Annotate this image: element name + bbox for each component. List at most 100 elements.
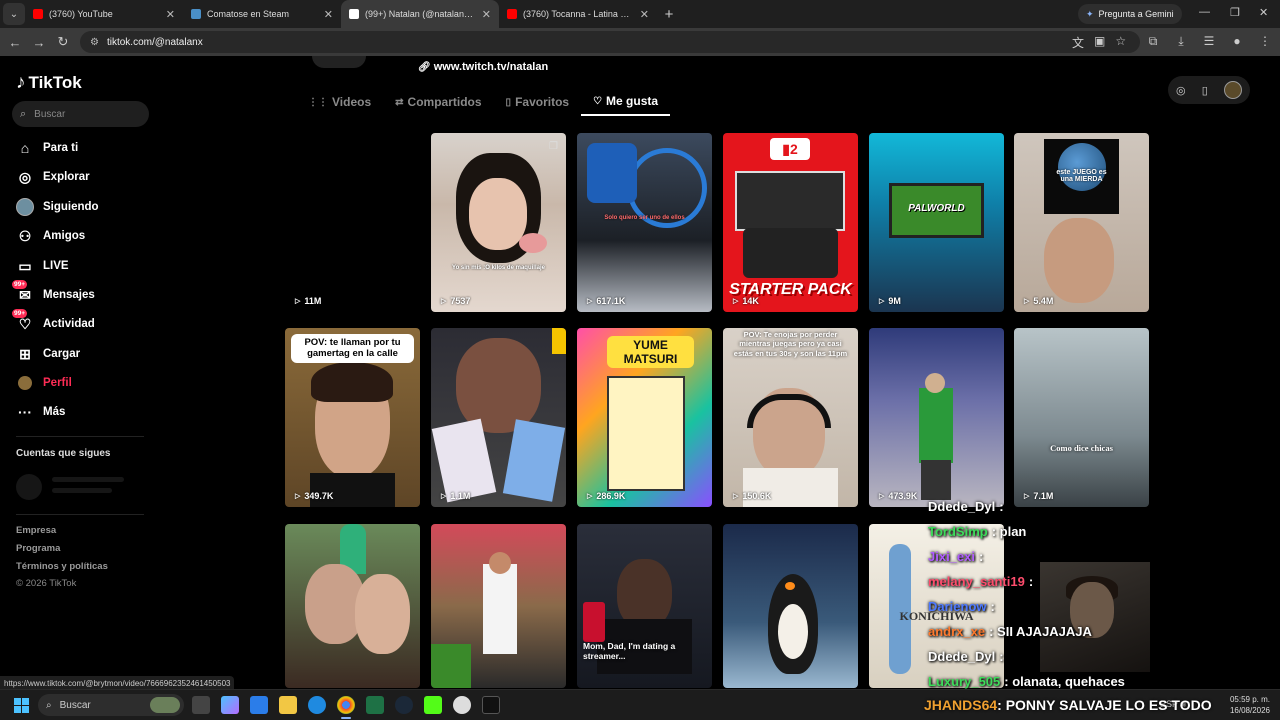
nav-item-para-ti[interactable]: ⌂ Para ti (16, 137, 78, 159)
banner-text: : PONNY SALVAJE LO ES TODO (997, 697, 1212, 713)
clock[interactable]: 05:59 p. m. 16/08/2026 (1230, 694, 1270, 716)
copilot-icon[interactable] (221, 696, 239, 714)
nav-item-actividad[interactable]: ♡ 99+ Actividad (12, 309, 95, 335)
close-tab-icon[interactable]: ✕ (640, 8, 649, 21)
video-card[interactable]: este JUEGO es una MIERDA ▷ 5.4M (1014, 133, 1149, 312)
nav-item-live[interactable]: ▭ LIVE (16, 255, 68, 277)
video-caption: PALWORLD (908, 203, 965, 214)
video-card[interactable]: ▷ 473.9K (869, 328, 1004, 507)
video-card[interactable]: Como dice chicas ▷ 7.1M (1014, 328, 1149, 507)
forward-icon[interactable]: → (27, 35, 51, 50)
activity-badge: 99+ (12, 309, 28, 318)
restore-icon[interactable]: ❐ (1230, 6, 1240, 19)
video-card[interactable]: Solo quiero ser uno de ellos ▷ 617.1K (577, 133, 712, 312)
browser-tab-active[interactable]: (99+) Natalan (@natalanx) | TikTok ✕ (341, 0, 499, 28)
steam-icon[interactable] (395, 696, 413, 714)
windows-start-icon[interactable] (14, 698, 29, 713)
footer-link-programa[interactable]: Programa (16, 543, 60, 554)
search-placeholder: Buscar (34, 108, 66, 120)
close-tab-icon[interactable]: ✕ (324, 8, 333, 21)
nav-item-cargar[interactable]: ⊞ Cargar (16, 343, 80, 365)
tab-compartidos[interactable]: ⇄ Compartidos (383, 88, 493, 116)
nav-item-perfil[interactable]: Perfil (16, 372, 72, 394)
compass-icon: ◎ (18, 168, 32, 185)
video-card[interactable] (431, 524, 566, 688)
close-tab-icon[interactable]: ✕ (482, 8, 491, 21)
tiktok-logo[interactable]: ♪ TikTok (16, 72, 82, 94)
view-count-text: 617.1K (596, 296, 626, 306)
file-explorer-icon[interactable] (279, 696, 297, 714)
tab-videos[interactable]: ⋮⋮ Videos (296, 88, 383, 116)
footer-link-terminos[interactable]: Términos y políticas (16, 561, 108, 572)
loading-line (52, 477, 124, 482)
new-tab-button[interactable]: + (657, 6, 681, 23)
close-window-icon[interactable]: ✕ (1259, 6, 1268, 19)
nav-item-mensajes[interactable]: ✉ 99+ Mensajes (12, 280, 95, 306)
url-text: tiktok.com/@natalanx (106, 36, 203, 48)
nav-item-mas[interactable]: ··· Más (16, 401, 65, 423)
coin-icon[interactable]: ◎ (1176, 84, 1186, 97)
search-input[interactable]: ⌕ Buscar (12, 101, 149, 127)
view-count-text: 9M (888, 296, 901, 306)
tab-title: (99+) Natalan (@natalanx) | TikTok (365, 9, 476, 19)
kick-icon[interactable] (424, 696, 442, 714)
video-card[interactable]: ▷ 1.1M (431, 328, 566, 507)
profile-link[interactable]: 🔗︎ www.twitch.tv/natalan (418, 61, 548, 73)
chrome-icon[interactable] (337, 696, 355, 714)
reload-icon[interactable]: ↻ (51, 34, 75, 50)
tab-title: (3760) YouTube (49, 9, 113, 19)
device-icon[interactable]: ▯ (1202, 84, 1208, 97)
translate-icon[interactable]: 文 (1072, 34, 1084, 51)
browser-tab[interactable]: (3760) YouTube ✕ (25, 0, 183, 28)
tab-favoritos[interactable]: ▯ Favoritos (494, 88, 582, 116)
tab-search-icon[interactable]: ⌄ (3, 3, 25, 25)
user-avatar[interactable] (1223, 81, 1242, 99)
close-tab-icon[interactable]: ✕ (166, 8, 175, 21)
url-field[interactable]: ⚙ tiktok.com/@natalanx (80, 31, 1140, 53)
video-caption: este JUEGO es una MIERDA (1056, 169, 1107, 183)
browser-tab[interactable]: Comatose en Steam ✕ (183, 0, 341, 28)
browser-menu-icon[interactable]: ⋮ (1258, 34, 1272, 49)
play-icon: ▷ (733, 493, 739, 500)
profile-avatar-icon[interactable]: ● (1230, 34, 1244, 49)
task-view-icon[interactable] (192, 696, 210, 714)
nav-item-explorar[interactable]: ◎ Explorar (16, 166, 90, 188)
nav-label: Mensajes (43, 289, 95, 301)
video-card[interactable]: ▷ 11M (285, 133, 420, 312)
nav-label: Cargar (43, 348, 81, 360)
gemini-button[interactable]: ✦ Pregunta a Gemini (1078, 4, 1182, 24)
browser-tab[interactable]: (3760) Tocanna - Latina Kawaii ✕ (499, 0, 657, 28)
taskbar-search[interactable]: ⌕ Buscar (38, 694, 184, 716)
video-card[interactable]: ▮2 STARTER PACK ▷ 14K (723, 133, 858, 312)
video-card[interactable]: Mom, Dad, I'm dating a streamer... (577, 524, 712, 688)
video-card[interactable]: ❐ Yo sin mis :O kilos de maquillaje ▷ 753… (431, 133, 566, 312)
minimize-icon[interactable]: — (1199, 6, 1210, 18)
site-info-icon[interactable]: ⚙ (90, 37, 99, 48)
edge-icon[interactable] (308, 696, 326, 714)
video-card[interactable]: POV: te llaman por tu gamertag en la cal… (285, 328, 420, 507)
cast-icon[interactable]: ▣ (1094, 34, 1105, 51)
nav-label: Amigos (43, 230, 86, 242)
store-icon[interactable] (250, 696, 268, 714)
extensions-icon[interactable]: ⧉ (1146, 34, 1160, 49)
tiktok-app-icon[interactable] (482, 696, 500, 714)
avatar-icon (16, 198, 34, 216)
tab-me-gusta[interactable]: ♡ Me gusta (581, 88, 671, 116)
reading-list-icon[interactable]: ☰ (1202, 34, 1216, 49)
video-card[interactable] (285, 524, 420, 688)
video-card[interactable]: PALWORLD ▷ 9M (869, 133, 1004, 312)
excel-icon[interactable] (366, 696, 384, 714)
footer-link-empresa[interactable]: Empresa (16, 525, 56, 536)
nav-item-siguiendo[interactable]: Siguiendo (16, 196, 99, 218)
video-card[interactable]: YUME MATSURI ▷ 286.9K (577, 328, 712, 507)
video-card[interactable]: POV: Te enojas por perder mientras juega… (723, 328, 858, 507)
video-card[interactable] (723, 524, 858, 688)
profile-avatar[interactable] (312, 56, 366, 68)
nav-item-amigos[interactable]: ⚇ Amigos (16, 225, 85, 247)
download-icon[interactable]: ⤓ (1174, 34, 1188, 49)
obs-icon[interactable] (453, 696, 471, 714)
bookmark-star-icon[interactable]: ☆ (1115, 34, 1126, 51)
home-icon: ⌂ (20, 140, 30, 156)
view-count-text: 286.9K (596, 491, 626, 501)
back-icon[interactable]: ← (3, 35, 27, 50)
